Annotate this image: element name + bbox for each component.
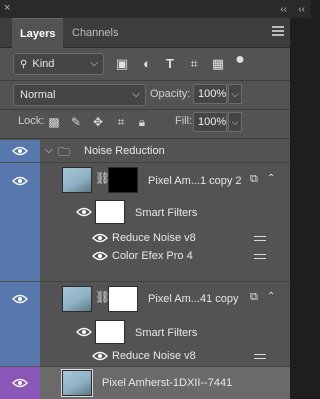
divider bbox=[0, 109, 290, 110]
blending-options-icon[interactable] bbox=[254, 252, 266, 260]
chevron-down-icon: ⌵ bbox=[90, 58, 98, 69]
divider bbox=[0, 80, 290, 81]
smart-filters-label: Smart Filters bbox=[135, 327, 198, 339]
layer-thumbnail[interactable] bbox=[62, 167, 92, 193]
filter-item[interactable]: Color Efex Pro 4 bbox=[112, 250, 193, 262]
smart-object-icon: ⧉ bbox=[250, 173, 258, 185]
lock-transparent-icon[interactable]: ▩ bbox=[46, 114, 62, 130]
smart-layer-2: ⛓ Pixel Am...41 copy ⧉ ⌃ Smart Filters R… bbox=[0, 282, 290, 366]
lock-position-icon[interactable]: ✥ bbox=[90, 114, 106, 130]
smart-filter-mask-thumbnail[interactable] bbox=[95, 200, 125, 224]
filter-item[interactable]: Reduce Noise v8 bbox=[112, 350, 196, 362]
adjustment-filter-icon[interactable]: ◐ bbox=[139, 56, 155, 72]
opacity-input[interactable]: 100% bbox=[193, 84, 227, 104]
smart-filters-label: Smart Filters bbox=[135, 207, 198, 219]
fill-dropdown[interactable]: ⌵ bbox=[228, 112, 242, 132]
filter-toggle-icon[interactable]: ● bbox=[232, 52, 248, 68]
collapse-icon[interactable]: ‹‹ bbox=[280, 4, 287, 15]
group-row[interactable]: ⌵ 🗀 Noise Reduction bbox=[0, 140, 290, 162]
fill-label: Fill: bbox=[175, 115, 193, 127]
panel-tabs: Layers Channels bbox=[0, 18, 290, 48]
smart-object-filter-icon[interactable]: ▦ bbox=[210, 56, 226, 72]
opacity-dropdown[interactable]: ⌵ bbox=[228, 84, 242, 104]
visibility-eye-icon[interactable] bbox=[0, 367, 40, 399]
close-panel-icon[interactable]: × bbox=[4, 2, 10, 14]
chevron-up-icon[interactable]: ⌃ bbox=[267, 291, 275, 302]
visibility-eye-icon[interactable] bbox=[0, 282, 40, 316]
folder-icon: 🗀 bbox=[58, 145, 71, 159]
kind-filter-select[interactable]: ⚲ Kind ⌵ bbox=[13, 53, 104, 75]
layer-mask-thumbnail[interactable] bbox=[108, 286, 138, 312]
lock-image-brush-icon[interactable]: ✎ bbox=[68, 114, 84, 130]
opacity-label: Opacity: bbox=[150, 88, 191, 100]
divider bbox=[0, 138, 290, 139]
search-icon: ⚲ bbox=[20, 59, 28, 70]
group-name: Noise Reduction bbox=[84, 145, 165, 157]
shape-filter-icon[interactable]: ⌗ bbox=[186, 56, 202, 72]
layers-list: ⌵ 🗀 Noise Reduction ⛓ Pixel Am...1 copy … bbox=[0, 140, 290, 399]
fill-input[interactable]: 100% bbox=[193, 112, 227, 132]
tab-layers[interactable]: Layers bbox=[12, 18, 64, 48]
blend-mode-value: Normal bbox=[20, 89, 56, 101]
smart-object-icon: ⧉ bbox=[250, 291, 258, 303]
smart-filter-mask-thumbnail[interactable] bbox=[95, 320, 125, 344]
smart-layer-1: ⛓ Pixel Am...1 copy 2 ⧉ ⌃ Smart Filters … bbox=[0, 163, 290, 281]
base-layer-row[interactable]: Pixel Amherst-1DXII--7441 bbox=[0, 367, 290, 399]
layer-name[interactable]: Pixel Am...41 copy bbox=[148, 293, 239, 305]
lock-row: Lock: ▩ ✎ ✥ ⌗ 🔒︎ Fill: 100% ⌵ bbox=[0, 112, 290, 134]
image-filter-icon[interactable]: ▣ bbox=[114, 56, 130, 72]
panel-menu-icon[interactable] bbox=[272, 26, 284, 36]
visibility-eye-icon[interactable] bbox=[0, 140, 40, 162]
visibility-eye-icon[interactable] bbox=[0, 163, 40, 199]
layer-name[interactable]: Pixel Am...1 copy 2 bbox=[148, 175, 242, 187]
dock-gutter bbox=[290, 18, 311, 399]
layer-thumbnail[interactable] bbox=[62, 286, 92, 312]
blend-mode-select[interactable]: Normal ⌵ bbox=[13, 84, 146, 106]
layers-panel: Layers Channels ⚲ Kind ⌵ ▣ ◐ T ⌗ ▦ ● Nor… bbox=[0, 18, 290, 399]
blending-options-icon[interactable] bbox=[254, 234, 266, 242]
blending-options-icon[interactable] bbox=[254, 352, 266, 360]
top-strip: × ‹‹ ‹‹ bbox=[0, 0, 311, 18]
type-filter-icon[interactable]: T bbox=[162, 56, 178, 72]
kind-filter-value: Kind bbox=[32, 58, 55, 70]
layer-name[interactable]: Pixel Amherst-1DXII--7441 bbox=[102, 377, 232, 389]
lock-label: Lock: bbox=[18, 115, 45, 127]
lock-all-icon[interactable]: 🔒︎ bbox=[134, 114, 150, 130]
tab-channels[interactable]: Channels bbox=[64, 18, 126, 48]
chevron-down-icon: ⌵ bbox=[132, 89, 140, 100]
expand-icon[interactable]: ‹‹ bbox=[298, 4, 305, 15]
layer-thumbnail[interactable] bbox=[61, 369, 93, 397]
layer-mask-thumbnail[interactable] bbox=[108, 167, 138, 193]
filter-row: ⚲ Kind ⌵ ▣ ◐ T ⌗ ▦ ● bbox=[0, 52, 290, 76]
artboard-lock-icon[interactable]: ⌗ bbox=[113, 114, 129, 130]
chevron-down-icon[interactable]: ⌵ bbox=[45, 145, 53, 156]
chevron-up-icon[interactable]: ⌃ bbox=[267, 173, 275, 184]
filter-item[interactable]: Reduce Noise v8 bbox=[112, 232, 196, 244]
